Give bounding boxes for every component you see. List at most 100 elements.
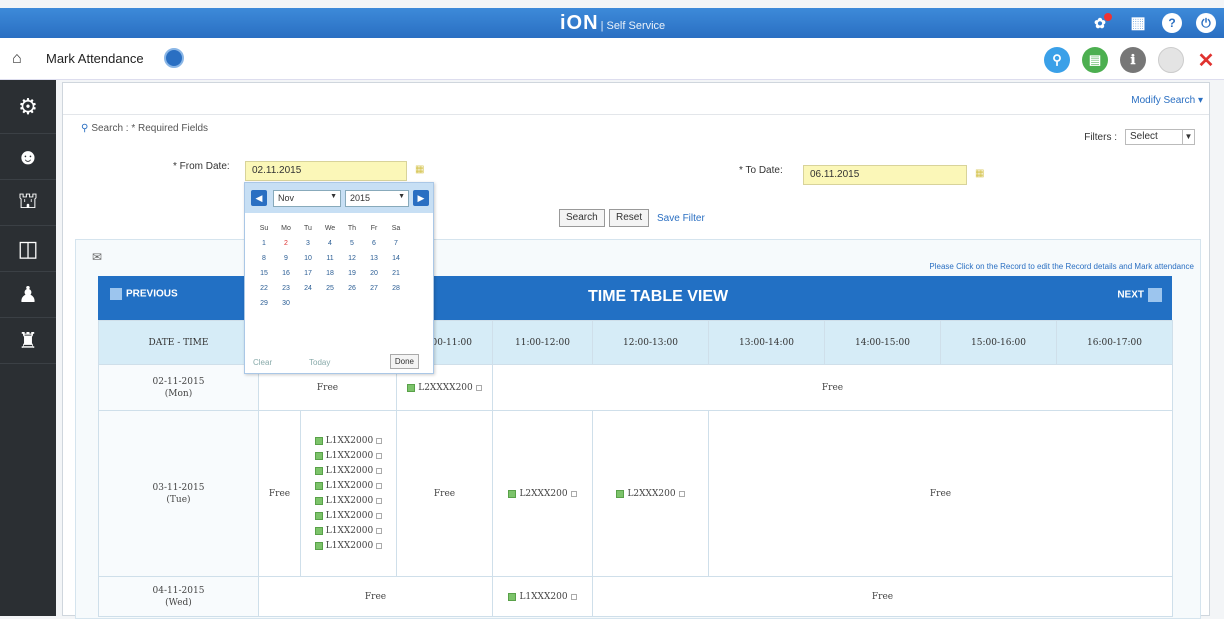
save-filter-link[interactable]: Save Filter [657,213,705,224]
slot-cell[interactable]: L1XXX200 [492,576,593,617]
power-icon[interactable]: ⏻ [1196,13,1216,33]
done-button[interactable]: Done [389,354,419,369]
calendar-day[interactable]: 8 [253,251,275,266]
calendar-day[interactable]: 21 [385,266,407,281]
next-month-icon[interactable]: ▶ [413,190,429,206]
notification-icon[interactable]: ✿ [1094,13,1114,33]
help-icon[interactable]: ? [1162,13,1182,33]
search-icon[interactable]: ⚲ [1044,47,1070,73]
sidebar-group-icon[interactable]: ♜ [0,318,56,364]
free-cell[interactable]: Free [492,364,1173,411]
slot-checkbox[interactable] [376,498,383,504]
slot-checkbox[interactable] [376,513,383,519]
slot-entry[interactable]: L1XX2000 [301,479,396,494]
calendar-day[interactable]: 5 [341,236,363,251]
sidebar-user-icon[interactable]: ♟ [0,272,56,318]
mail-icon[interactable]: ✉ [92,250,102,264]
slot-entry[interactable]: L1XX2000 [301,434,396,449]
calendar-day[interactable]: 18 [319,266,341,281]
slot-checkbox[interactable] [376,543,383,549]
calendar-day[interactable]: 17 [297,266,319,281]
year-select[interactable]: 2015 ▼ [345,190,409,207]
calendar-day[interactable]: 27 [363,281,385,296]
clear-button[interactable]: Clear [253,358,272,367]
home-icon[interactable]: ⌂ [12,50,22,68]
calendar-day[interactable]: 11 [319,251,341,266]
slot-entry[interactable]: L1XX2000 [301,464,396,479]
calendar-icon[interactable]: ▦ [415,164,424,175]
slot-cell[interactable]: L2XXX200 [592,410,709,577]
free-cell[interactable]: Free [708,410,1173,577]
calendar-day[interactable] [341,296,363,311]
calendar-day[interactable]: 26 [341,281,363,296]
slot-entry[interactable]: L1XX2000 [301,509,396,524]
apps-grid-icon[interactable]: ▦ [1128,13,1148,33]
slot-checkbox[interactable] [475,384,482,391]
calendar-day[interactable]: 1 [253,236,275,251]
calendar-day[interactable]: 29 [253,296,275,311]
reset-button[interactable]: Reset [609,209,650,227]
search-button[interactable]: Search [559,209,605,227]
calendar-day[interactable]: 3 [297,236,319,251]
calendar-day[interactable]: 22 [253,281,275,296]
today-button[interactable]: Today [309,358,330,367]
free-cell[interactable]: Free [258,410,301,577]
next-button[interactable]: NEXT [1117,288,1162,302]
calendar-day[interactable] [385,296,407,311]
free-cell[interactable]: Free [396,410,493,577]
slot-checkbox[interactable] [678,490,685,497]
sidebar-institution-icon[interactable]: ⛫ [0,180,56,226]
calendar-day[interactable]: 6 [363,236,385,251]
prev-month-icon[interactable]: ◀ [251,190,267,206]
calendar-day[interactable]: 25 [319,281,341,296]
close-icon[interactable]: ✕ [1196,48,1216,73]
calendar-day[interactable]: 19 [341,266,363,281]
to-date-input[interactable]: 06.11.2015 [803,165,967,185]
previous-button[interactable]: PREVIOUS [110,288,178,300]
slot-cell[interactable]: L2XXX200 [492,410,593,577]
sidebar-presentation-icon[interactable]: ◫ [0,226,56,272]
calendar-day[interactable]: 30 [275,296,297,311]
calendar-day[interactable]: 9 [275,251,297,266]
calendar-day[interactable]: 2 [275,236,297,251]
calendar-day[interactable] [363,296,385,311]
user-avatar-icon[interactable] [1158,47,1184,73]
slot-checkbox[interactable] [376,528,383,534]
calendar-day[interactable]: 23 [275,281,297,296]
calendar-day[interactable]: 12 [341,251,363,266]
slot-entry[interactable]: L1XX2000 [301,524,396,539]
export-icon[interactable]: ▤ [1082,47,1108,73]
slot-checkbox[interactable] [570,490,577,497]
calendar-day[interactable]: 16 [275,266,297,281]
slot-entry[interactable]: L1XX2000 [301,494,396,509]
from-date-input[interactable]: 02.11.2015 [245,161,407,181]
filters-select[interactable]: Select ▼ [1125,129,1195,145]
calendar-day[interactable]: 4 [319,236,341,251]
calendar-day[interactable]: 24 [297,281,319,296]
calendar-day[interactable] [319,296,341,311]
calendar-day[interactable]: 28 [385,281,407,296]
free-cell[interactable]: Free [592,576,1173,617]
calendar-icon[interactable]: ▦ [975,168,984,179]
calendar-day[interactable]: 15 [253,266,275,281]
modify-search-link[interactable]: Modify Search ▾ [1131,95,1203,106]
slot-checkbox[interactable] [376,438,383,444]
calendar-day[interactable]: 10 [297,251,319,266]
slot-checkbox[interactable] [376,453,383,459]
info-icon[interactable]: ℹ [1120,47,1146,73]
slot-entry[interactable]: L1XX2000 [301,449,396,464]
calendar-day[interactable]: 20 [363,266,385,281]
sidebar-people-icon[interactable]: ☻ [0,134,56,180]
month-select[interactable]: Nov ▼ [273,190,341,207]
calendar-day[interactable]: 14 [385,251,407,266]
slot-checkbox[interactable] [376,483,383,489]
slot-checkbox[interactable] [376,468,383,474]
page-info-icon[interactable] [164,48,184,68]
calendar-day[interactable]: 7 [385,236,407,251]
sidebar-settings-icon[interactable]: ⚙ [0,80,56,134]
calendar-day[interactable]: 13 [363,251,385,266]
free-cell[interactable]: Free [258,576,493,617]
slot-entry[interactable]: L1XX2000 [301,539,396,554]
slot-checkbox[interactable] [570,593,577,600]
calendar-day[interactable] [297,296,319,311]
